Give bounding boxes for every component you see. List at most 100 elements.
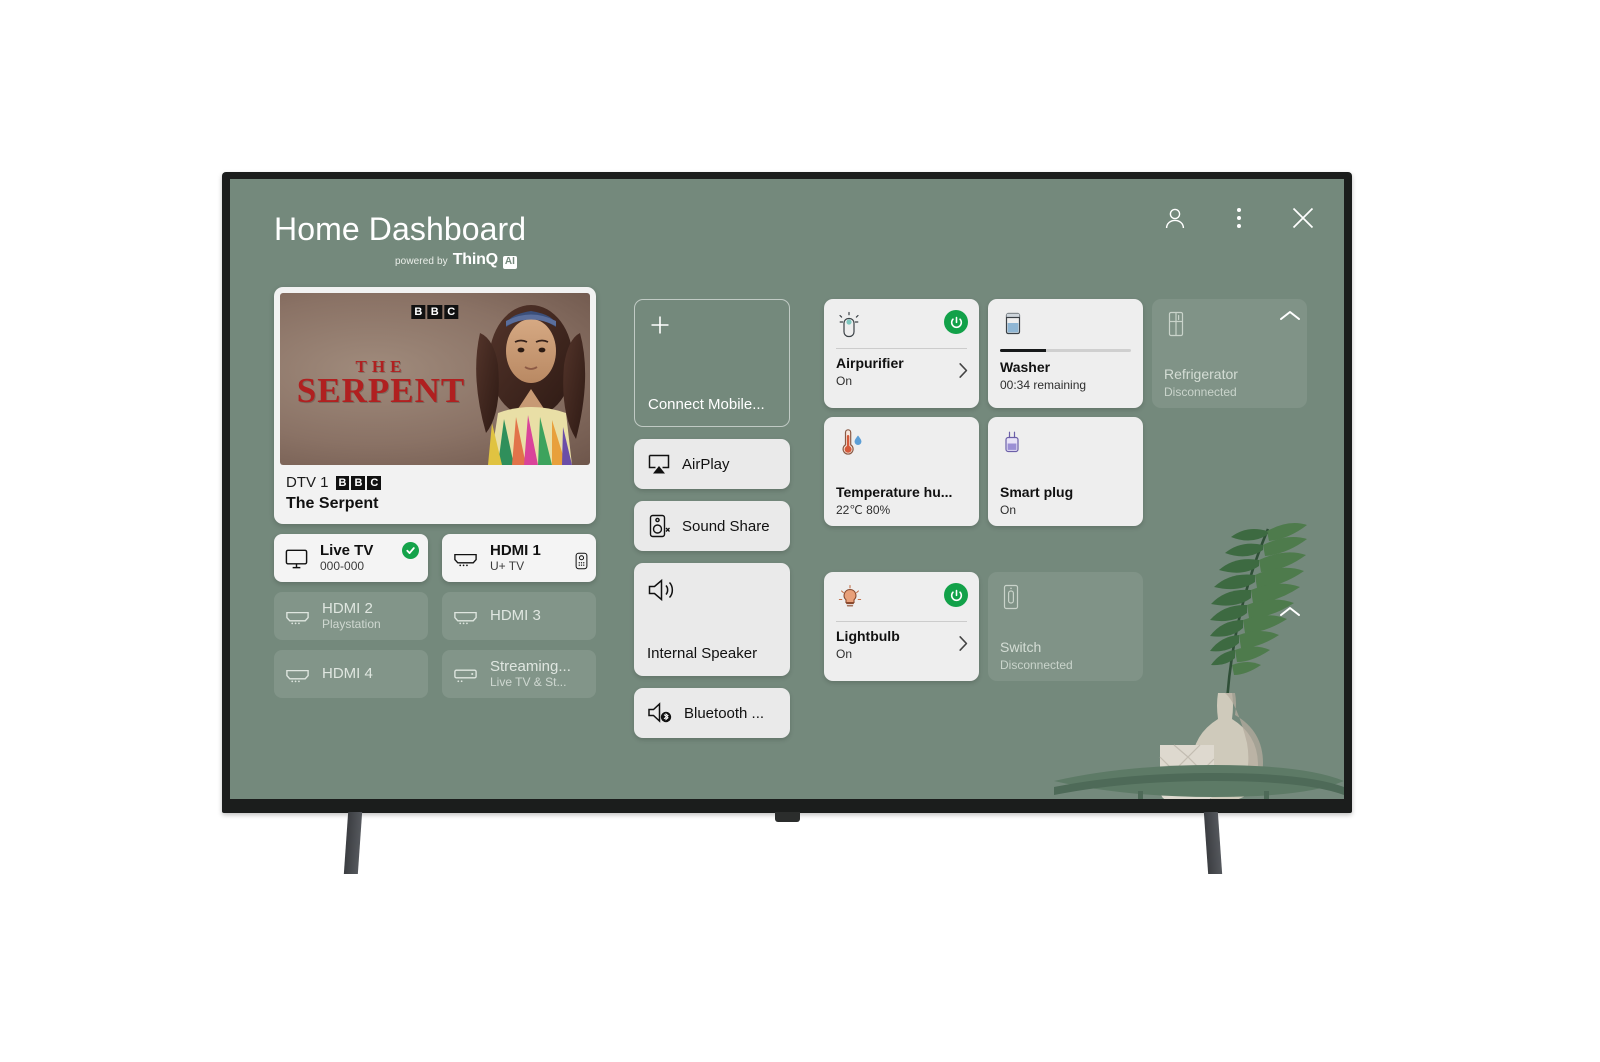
channel-logo-badge: B B C bbox=[335, 475, 382, 490]
page-title: Home Dashboard bbox=[274, 211, 527, 247]
hdmi-icon bbox=[454, 611, 477, 625]
device-name: Lightbulb bbox=[836, 628, 900, 644]
side-table bbox=[1054, 765, 1344, 799]
bluetooth-button[interactable]: Bluetooth ... bbox=[634, 688, 790, 738]
input-name: HDMI 1 bbox=[490, 541, 541, 559]
airplay-icon bbox=[648, 454, 670, 474]
input-name: HDMI 3 bbox=[490, 606, 541, 624]
mobile-actions-column: Connect Mobile... AirPlay Sound Share In… bbox=[634, 299, 790, 738]
device-name: Temperature hu... bbox=[836, 484, 953, 500]
vase-large bbox=[1192, 693, 1263, 799]
device-name: Smart plug bbox=[1000, 484, 1074, 500]
thermometer-humidity-icon bbox=[836, 428, 967, 458]
internal-speaker-button[interactable]: Internal Speaker bbox=[634, 563, 790, 676]
connect-mobile-label: Connect Mobile... bbox=[648, 396, 765, 413]
bbc-logo-overlay: B B C bbox=[411, 305, 459, 319]
ai-badge: AI bbox=[502, 256, 517, 269]
channel-badge-c: C bbox=[367, 475, 382, 490]
sound-share-label: Sound Share bbox=[682, 517, 770, 535]
chevron-right-icon[interactable] bbox=[958, 362, 969, 384]
vase-small bbox=[1159, 744, 1215, 799]
more-options-icon[interactable] bbox=[1224, 203, 1254, 233]
current-program-preview-card[interactable]: B B C THE SERPENT DTV 1 B B C The Serpen… bbox=[274, 287, 596, 524]
plus-icon bbox=[648, 313, 672, 342]
power-toggle-icon[interactable] bbox=[944, 310, 968, 334]
input-tile-hdmi-1[interactable]: HDMI 1 U+ TV bbox=[442, 534, 596, 582]
input-name: HDMI 4 bbox=[322, 664, 373, 682]
device-state: On bbox=[1000, 502, 1017, 517]
sound-share-button[interactable]: Sound Share bbox=[634, 501, 790, 551]
device-card-airpurifier[interactable]: Airpurifier On bbox=[824, 299, 979, 408]
hdmi-icon bbox=[454, 553, 477, 567]
bbc-letter-b2: B bbox=[427, 305, 443, 319]
input-tile-live-tv[interactable]: Live TV 000-000 bbox=[274, 534, 428, 582]
device-card-washer[interactable]: Washer 00:34 remaining bbox=[988, 299, 1143, 408]
device-card-switch[interactable]: Switch Disconnected bbox=[988, 572, 1143, 681]
input-name: Live TV bbox=[320, 541, 374, 559]
tv-icon bbox=[285, 549, 308, 568]
profile-icon[interactable] bbox=[1160, 203, 1190, 233]
device-state: 22℃ 80% bbox=[836, 502, 891, 517]
input-sub: Live TV & St... bbox=[490, 674, 567, 689]
card-divider bbox=[836, 348, 967, 349]
device-card-smart-plug[interactable]: Smart plug On bbox=[988, 417, 1143, 526]
screenshot-root: Home Dashboard powered by ThinQ AI B B C… bbox=[0, 0, 1600, 1062]
device-card-temperature-humidity[interactable]: Temperature hu... 22℃ 80% bbox=[824, 417, 979, 526]
bluetooth-speaker-icon bbox=[648, 702, 672, 723]
sound-share-icon bbox=[649, 514, 670, 538]
device-card-lightbulb[interactable]: Lightbulb On bbox=[824, 572, 979, 681]
general-device-grid: Lightbulb On Switch Disconnected bbox=[824, 572, 1304, 681]
device-name: Refrigerator bbox=[1164, 366, 1238, 382]
card-divider bbox=[836, 621, 967, 622]
input-tile-hdmi-4[interactable]: HDMI 4 bbox=[274, 650, 428, 698]
airplay-button[interactable]: AirPlay bbox=[634, 439, 790, 489]
washer-progress-fill bbox=[1000, 349, 1046, 352]
channel-number: DTV 1 bbox=[286, 474, 329, 491]
refrigerator-icon bbox=[1164, 310, 1295, 340]
tv-screen: Home Dashboard powered by ThinQ AI B B C… bbox=[230, 179, 1344, 799]
input-sub: Playstation bbox=[322, 616, 381, 631]
bbc-letter-b1: B bbox=[411, 305, 426, 319]
channel-badge-b2: B bbox=[351, 475, 366, 490]
airplay-label: AirPlay bbox=[682, 455, 730, 473]
thinq-wordmark: ThinQ bbox=[452, 251, 498, 268]
tv-bezel: Home Dashboard powered by ThinQ AI B B C… bbox=[222, 172, 1352, 813]
input-tile-hdmi-3[interactable]: HDMI 3 bbox=[442, 592, 596, 640]
input-name: Streaming... bbox=[490, 657, 571, 675]
set-top-box-icon bbox=[454, 669, 477, 683]
close-icon[interactable] bbox=[1288, 203, 1318, 233]
brand-lockup: powered by ThinQ AI bbox=[395, 251, 517, 269]
home-dashboard-ui: Home Dashboard powered by ThinQ AI B B C… bbox=[230, 179, 1344, 799]
speaker-icon bbox=[648, 578, 674, 602]
selected-check-icon bbox=[402, 542, 419, 559]
smart-plug-icon bbox=[1000, 428, 1131, 458]
chevron-right-icon[interactable] bbox=[958, 635, 969, 657]
washer-icon bbox=[1000, 310, 1131, 340]
tv-leg-left bbox=[343, 812, 363, 874]
washer-progress-bar bbox=[1000, 349, 1131, 352]
device-name: Switch bbox=[1000, 639, 1042, 655]
tv-inputs-column: B B C THE SERPENT DTV 1 B B C The Serpen… bbox=[274, 287, 596, 698]
device-name: Airpurifier bbox=[836, 355, 904, 371]
program-name: The Serpent bbox=[286, 495, 379, 512]
device-state: Disconnected bbox=[1000, 657, 1073, 672]
hdmi-icon bbox=[286, 611, 309, 625]
program-still-person bbox=[476, 305, 586, 465]
connect-mobile-card[interactable]: Connect Mobile... bbox=[634, 299, 790, 427]
program-meta: DTV 1 B B C The Serpent bbox=[280, 465, 590, 524]
device-state: On bbox=[836, 646, 853, 661]
input-tile-grid: Live TV 000-000 HDMI 1 U+ TV HDMI 2 Play… bbox=[274, 534, 596, 698]
thinq-device-grid: Airpurifier On Washer 00:34 remaining Re… bbox=[824, 299, 1307, 526]
program-thumbnail: B B C THE SERPENT bbox=[280, 293, 590, 465]
powered-by-label: powered by bbox=[395, 256, 448, 267]
switch-icon bbox=[1000, 583, 1131, 613]
show-title-art: THE SERPENT bbox=[286, 358, 476, 408]
input-tile-hdmi-2[interactable]: HDMI 2 Playstation bbox=[274, 592, 428, 640]
hdmi-icon bbox=[286, 669, 309, 683]
header-icon-group bbox=[1160, 203, 1318, 233]
input-sub: 000-000 bbox=[320, 558, 365, 573]
device-card-refrigerator[interactable]: Refrigerator Disconnected bbox=[1152, 299, 1307, 408]
power-toggle-icon[interactable] bbox=[944, 583, 968, 607]
bbc-letter-c: C bbox=[444, 305, 459, 319]
input-tile-streaming[interactable]: Streaming... Live TV & St... bbox=[442, 650, 596, 698]
